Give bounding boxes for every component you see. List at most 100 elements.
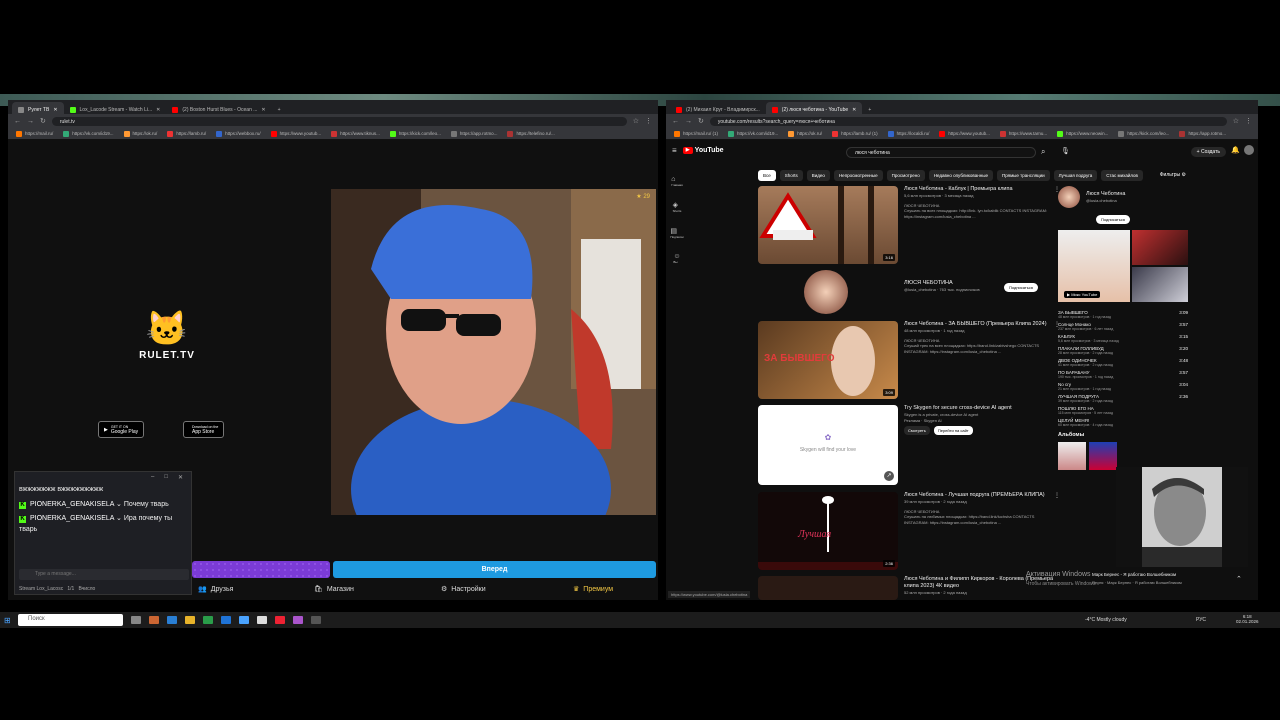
filter-chip[interactable]: Непросмотренные [833, 170, 883, 181]
filters-button[interactable]: Фильтры ⚙ [1160, 172, 1186, 178]
weather-widget[interactable]: -4°C Mostly cloudy [1085, 617, 1127, 623]
video-thumbnail[interactable]: Лучшая 2:36 [758, 492, 898, 570]
task-view-icon[interactable] [131, 616, 141, 624]
artist-avatar[interactable] [1058, 186, 1080, 208]
bookmark-item[interactable]: https://ok.ru/ [788, 130, 822, 137]
bookmark-item[interactable]: https://telefino.ru/... [507, 130, 555, 137]
app-icon[interactable] [239, 616, 249, 624]
song-row[interactable]: ЗА БЫВШЕГО 48 млн просмотров · 1 год наза… [1058, 308, 1188, 320]
search-icon[interactable]: ⌕ [1041, 147, 1045, 157]
filter-chip[interactable]: Прямые трансляции [996, 170, 1050, 181]
bookmark-item[interactable]: https://kick.com/leo... [389, 130, 441, 137]
app-icon[interactable] [149, 616, 159, 624]
app-icon[interactable] [293, 616, 303, 624]
new-tab-button[interactable]: + [862, 102, 877, 114]
bookmark-item[interactable]: https://www.neowin... [1057, 130, 1108, 137]
hamburger-icon[interactable]: ≡ [672, 146, 677, 155]
filter-chip[interactable]: Shorts [779, 170, 803, 181]
app-icon[interactable] [167, 616, 177, 624]
side-subscribe-button[interactable]: Подписаться [1096, 215, 1130, 224]
nav-premium[interactable]: ♛ Премиум [573, 585, 613, 594]
chat-input[interactable]: Type a message... [19, 569, 189, 580]
filter-chip[interactable]: Все [758, 170, 776, 181]
bookmark-item[interactable]: https://mail.ru/ (1) [674, 130, 718, 137]
stop-button[interactable] [192, 561, 330, 578]
close-icon[interactable]: ✕ [852, 107, 856, 113]
external-link-icon[interactable]: ↗ [884, 471, 894, 481]
back-icon[interactable]: ← [14, 118, 21, 125]
close-icon[interactable]: ✕ [178, 474, 183, 481]
nav-you[interactable]: ☺ Вы [673, 253, 680, 264]
nav-settings[interactable]: ⚙ Настройки [441, 585, 486, 594]
channel-result[interactable]: ЛЮСЯ ЧЕБОТИНА @lusia_chebotina · 763 тыс… [758, 270, 1058, 315]
avatar[interactable] [1244, 145, 1254, 155]
close-icon[interactable]: ✕ [261, 107, 265, 113]
album-cover[interactable] [1089, 442, 1117, 471]
star-icon[interactable]: ☆ [633, 117, 639, 125]
filter-chip[interactable]: Лучшая подруга [1053, 170, 1098, 181]
more-icon[interactable]: ⋮ [1054, 492, 1060, 499]
youtube-logo[interactable]: ▶ YouTube [682, 146, 724, 154]
menu-icon[interactable]: ⋮ [645, 117, 652, 125]
forward-icon[interactable]: → [685, 118, 692, 125]
chrome-icon[interactable] [257, 616, 267, 624]
bookmark-item[interactable]: https://webbox.ru/ [216, 130, 261, 137]
chevron-up-icon[interactable]: ⌃ [1236, 575, 1242, 583]
visit-site-button[interactable]: Перейти на сайт [933, 426, 973, 436]
chat-username[interactable]: PIONERKA_GENAKISELA [30, 515, 114, 522]
clock[interactable]: 6:18 02.01.2026 [1236, 614, 1259, 624]
nav-shorts[interactable]: ◈ Shorts [673, 201, 682, 213]
song-row[interactable]: No cry 21 млн просмотров · 1 год назад 3:0… [1058, 380, 1188, 392]
app-icon[interactable] [203, 616, 213, 624]
new-tab-button[interactable]: + [272, 102, 287, 114]
ad-title[interactable]: Try Skygen for secure cross-device AI ag… [904, 405, 1054, 412]
artist-photo[interactable]: ▶ Микс YouTube [1058, 230, 1130, 302]
tab-rulet[interactable]: Рулет ТВ ✕ [12, 102, 64, 114]
bookmark-item[interactable]: https://www.youtub... [939, 130, 990, 137]
close-icon[interactable]: ✕ [53, 107, 57, 113]
watch-button[interactable]: Смотреть [904, 426, 930, 436]
bookmark-item[interactable]: https://vk.com/id19... [728, 130, 778, 137]
song-row[interactable]: ПО БАРАБАНУ 190 тыс. просмотров · 1 год н… [1058, 368, 1188, 380]
youtube-search-input[interactable]: люся чеботина [846, 147, 1036, 158]
app-store-button[interactable]: Download on the App Store [183, 421, 225, 438]
bookmark-item[interactable]: https://app.rotmo... [1179, 130, 1226, 137]
tab-kick[interactable]: Lox_Lacode Stream - Watch Li... ✕ [64, 102, 167, 114]
bookmark-item[interactable]: https://kick.com/leo... [1118, 130, 1169, 137]
language-indicator[interactable]: РУС [1196, 617, 1206, 623]
edge-icon[interactable] [221, 616, 231, 624]
microphone-icon[interactable]: 🎙 [1061, 147, 1070, 155]
filter-chip[interactable]: Просмотрено [886, 170, 925, 181]
video-title[interactable]: Люся Чеботина - Каблук | Премьера клипа [904, 186, 1054, 193]
bookmark-item[interactable]: https://mail.ru/ [16, 130, 53, 137]
bookmark-item[interactable]: https://www.tarnu... [999, 130, 1047, 137]
url-input[interactable]: youtube.com/results?search_query=люся+че… [709, 116, 1227, 126]
subscribe-button[interactable]: Подписаться [1004, 283, 1038, 292]
song-row[interactable]: ЦЕЛУЙ МЕНЯ! 60 млн просмотров · 4 года на… [1058, 416, 1188, 428]
video-thumbnail[interactable] [758, 576, 898, 600]
nav-shop[interactable]: 🛍 Магазин [314, 585, 354, 594]
filter-chip[interactable]: Недавно опубликованные [928, 170, 993, 181]
song-row[interactable]: ПОШЛЮ ЕГО НА 115 млн просмотров · 5 лет н… [1058, 404, 1188, 416]
bookmark-item[interactable]: https://lamb.ru/ (1) [832, 130, 878, 137]
app-icon[interactable] [311, 616, 321, 624]
google-play-button[interactable]: ▶ GET IT ON Google Play [98, 421, 145, 438]
close-icon[interactable]: ✕ [156, 107, 160, 113]
filter-chip[interactable]: Видео [806, 170, 830, 181]
reload-icon[interactable]: ↻ [698, 117, 704, 125]
album-thumb[interactable] [1132, 230, 1188, 265]
bookmark-item[interactable]: https://app.rotmo... [450, 130, 497, 137]
song-row[interactable]: ЛУЧШАЯ ПОДРУГА 39 млн просмотров · 2 года… [1058, 392, 1188, 404]
minimize-icon[interactable]: – [151, 474, 154, 481]
album-cover[interactable] [1058, 442, 1086, 471]
tab-youtube[interactable]: (2) Boston Hurst Blues - Ocean ... ✕ [166, 102, 271, 114]
app-icon[interactable] [275, 616, 285, 624]
song-row[interactable]: КАБЛУК 5,6 млн просмотров · 3 месяца наза… [1058, 332, 1188, 344]
menu-icon[interactable]: ⋮ [1245, 117, 1252, 125]
bookmark-item[interactable]: https://vk.com/id19... [63, 130, 114, 137]
url-input[interactable]: rulet.tv [51, 116, 627, 126]
bookmark-item[interactable]: https://localdi.ru/ [887, 130, 929, 137]
video-title[interactable]: Люся Чеботина - Лучшая подруга (ПРЕМЬЕРА… [904, 492, 1054, 499]
video-thumbnail[interactable]: 3:16 [758, 186, 898, 264]
create-button[interactable]: + Создать [1190, 147, 1226, 157]
